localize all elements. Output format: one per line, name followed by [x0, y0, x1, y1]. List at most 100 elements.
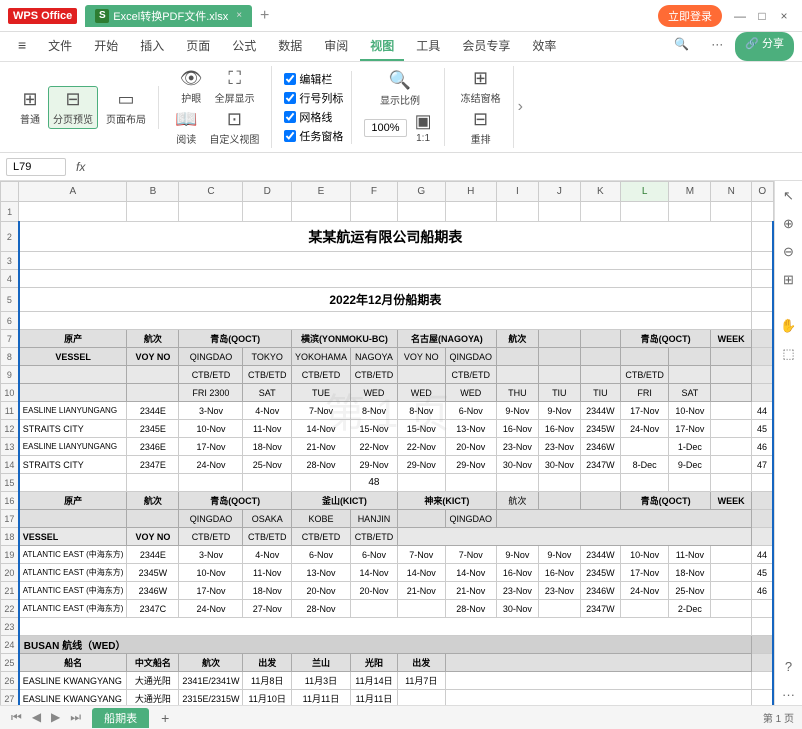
- cell-L9[interactable]: CTB/ETD: [620, 366, 669, 384]
- cell-C25[interactable]: 航次: [179, 654, 243, 672]
- cell-E13[interactable]: 21-Nov: [291, 438, 350, 456]
- cell-J14[interactable]: 30-Nov: [538, 456, 580, 474]
- cell-K13[interactable]: 2346W: [580, 438, 620, 456]
- cell-N8[interactable]: [711, 348, 752, 366]
- cell-O17[interactable]: [751, 510, 773, 528]
- cell-H21[interactable]: 21-Nov: [445, 582, 496, 600]
- minimize-button[interactable]: —: [730, 6, 750, 26]
- cell-K22[interactable]: 2347W: [580, 600, 620, 618]
- cell-J22[interactable]: [538, 600, 580, 618]
- split-button[interactable]: ⊟ 重排: [467, 107, 495, 148]
- cell-M10[interactable]: SAT: [669, 384, 711, 402]
- fx-button[interactable]: fx: [72, 160, 89, 174]
- cell-F19[interactable]: 6-Nov: [350, 546, 397, 564]
- cell-E20[interactable]: 13-Nov: [291, 564, 350, 582]
- cell-O11[interactable]: 44: [751, 402, 773, 420]
- ribbon-more-icon[interactable]: ›: [518, 98, 523, 116]
- tab-formula[interactable]: 公式: [222, 32, 266, 61]
- cell-C8[interactable]: QINGDAO: [179, 348, 243, 366]
- cell-L19[interactable]: 10-Nov: [620, 546, 669, 564]
- cell-H9[interactable]: CTB/ETD: [445, 366, 496, 384]
- tab-page[interactable]: 页面: [176, 32, 220, 61]
- cell-C10[interactable]: FRI 2300: [179, 384, 243, 402]
- cell-N12[interactable]: [711, 420, 752, 438]
- cell-G19[interactable]: 7-Nov: [397, 546, 445, 564]
- select-icon[interactable]: ⬚: [778, 343, 800, 365]
- cell-D22[interactable]: 27-Nov: [243, 600, 292, 618]
- cell-L15[interactable]: [620, 474, 669, 492]
- cell-B17[interactable]: [127, 510, 179, 528]
- zoom-ratio-button[interactable]: 🔍 显示比例: [376, 68, 424, 109]
- cell-J13[interactable]: 23-Nov: [538, 438, 580, 456]
- cell-B27[interactable]: 大通光阳: [127, 690, 179, 706]
- cell-G16[interactable]: 神来(KICT): [397, 492, 496, 510]
- cell-O20[interactable]: 45: [751, 564, 773, 582]
- cell-O16[interactable]: [751, 492, 773, 510]
- tab-data[interactable]: 数据: [268, 32, 312, 61]
- gridlines-check[interactable]: [284, 111, 296, 123]
- close-button[interactable]: ×: [774, 6, 794, 26]
- cell-I8[interactable]: [496, 348, 538, 366]
- cell-H15[interactable]: [445, 474, 496, 492]
- custom-view-button[interactable]: ⊡ 自定义视图: [205, 107, 263, 148]
- cell-N1[interactable]: [711, 202, 752, 222]
- one-to-one-button[interactable]: ▣ 1:1: [411, 109, 436, 146]
- col-header-I[interactable]: I: [496, 182, 538, 202]
- cell-G26[interactable]: 11月7日: [397, 672, 445, 690]
- tab-view[interactable]: 视图: [360, 32, 404, 61]
- cell-B18[interactable]: VOY NO: [127, 528, 179, 546]
- title-cell[interactable]: 某某航运有限公司船期表: [19, 222, 752, 252]
- cell-C15[interactable]: [179, 474, 243, 492]
- cell-I17[interactable]: [496, 510, 751, 528]
- cell-L13[interactable]: [620, 438, 669, 456]
- cell-J16[interactable]: [538, 492, 580, 510]
- page-layout-button[interactable]: ▭ 页面布局: [102, 87, 150, 128]
- sheet-tab-schedule[interactable]: 船期表: [92, 708, 149, 728]
- cell-D21[interactable]: 18-Nov: [243, 582, 292, 600]
- cell-C22[interactable]: 24-Nov: [179, 600, 243, 618]
- cell-G13[interactable]: 22-Nov: [397, 438, 445, 456]
- cell-H19[interactable]: 7-Nov: [445, 546, 496, 564]
- col-header-O[interactable]: O: [751, 182, 773, 202]
- cell-G14[interactable]: 29-Nov: [397, 456, 445, 474]
- page-preview-button[interactable]: ⊟ 分页预览: [48, 86, 98, 129]
- cell-G7[interactable]: 名古屋(NAGOYA): [397, 330, 496, 348]
- cell-F1[interactable]: [350, 202, 397, 222]
- cell-A1[interactable]: [19, 202, 127, 222]
- cell-C14[interactable]: 24-Nov: [179, 456, 243, 474]
- rowcol-checkbox[interactable]: 行号列标: [284, 90, 343, 106]
- cell-E10[interactable]: TUE: [291, 384, 350, 402]
- cell-F11[interactable]: 8-Nov: [350, 402, 397, 420]
- cell-E15[interactable]: [291, 474, 350, 492]
- col-header-D[interactable]: D: [243, 182, 292, 202]
- cell-D27[interactable]: 11月10日: [243, 690, 292, 706]
- cell-M19[interactable]: 11-Nov: [669, 546, 711, 564]
- cell-M20[interactable]: 18-Nov: [669, 564, 711, 582]
- cell-K19[interactable]: 2344W: [580, 546, 620, 564]
- cell-K12[interactable]: 2345W: [580, 420, 620, 438]
- editbar-checkbox[interactable]: 编辑栏: [284, 71, 343, 87]
- cell-H14[interactable]: 29-Nov: [445, 456, 496, 474]
- cell-L11[interactable]: 17-Nov: [620, 402, 669, 420]
- nav-prev-button[interactable]: ◀: [29, 710, 44, 725]
- cell-K7[interactable]: [580, 330, 620, 348]
- cell-F15[interactable]: 48: [350, 474, 397, 492]
- cell-A23[interactable]: [19, 618, 752, 636]
- cell-E17[interactable]: KOBE: [291, 510, 350, 528]
- cell-K21[interactable]: 2346W: [580, 582, 620, 600]
- cell-G10[interactable]: WED: [397, 384, 445, 402]
- cell-E21[interactable]: 20-Nov: [291, 582, 350, 600]
- cell-B14[interactable]: 2347E: [127, 456, 179, 474]
- cell-B11[interactable]: 2344E: [127, 402, 179, 420]
- cell-F9[interactable]: CTB/ETD: [350, 366, 397, 384]
- cell-O5[interactable]: [751, 288, 773, 312]
- tab-review[interactable]: 审阅: [314, 32, 358, 61]
- cell-D1[interactable]: [243, 202, 292, 222]
- fit-page-icon[interactable]: ⊞: [778, 269, 800, 291]
- cell-F27[interactable]: 11月11日: [350, 690, 397, 706]
- cell-A25[interactable]: 船名: [19, 654, 127, 672]
- cell-I1[interactable]: [496, 202, 538, 222]
- tab-file[interactable]: 文件: [38, 32, 82, 61]
- cell-N14[interactable]: [711, 456, 752, 474]
- rowcol-check[interactable]: [284, 92, 296, 104]
